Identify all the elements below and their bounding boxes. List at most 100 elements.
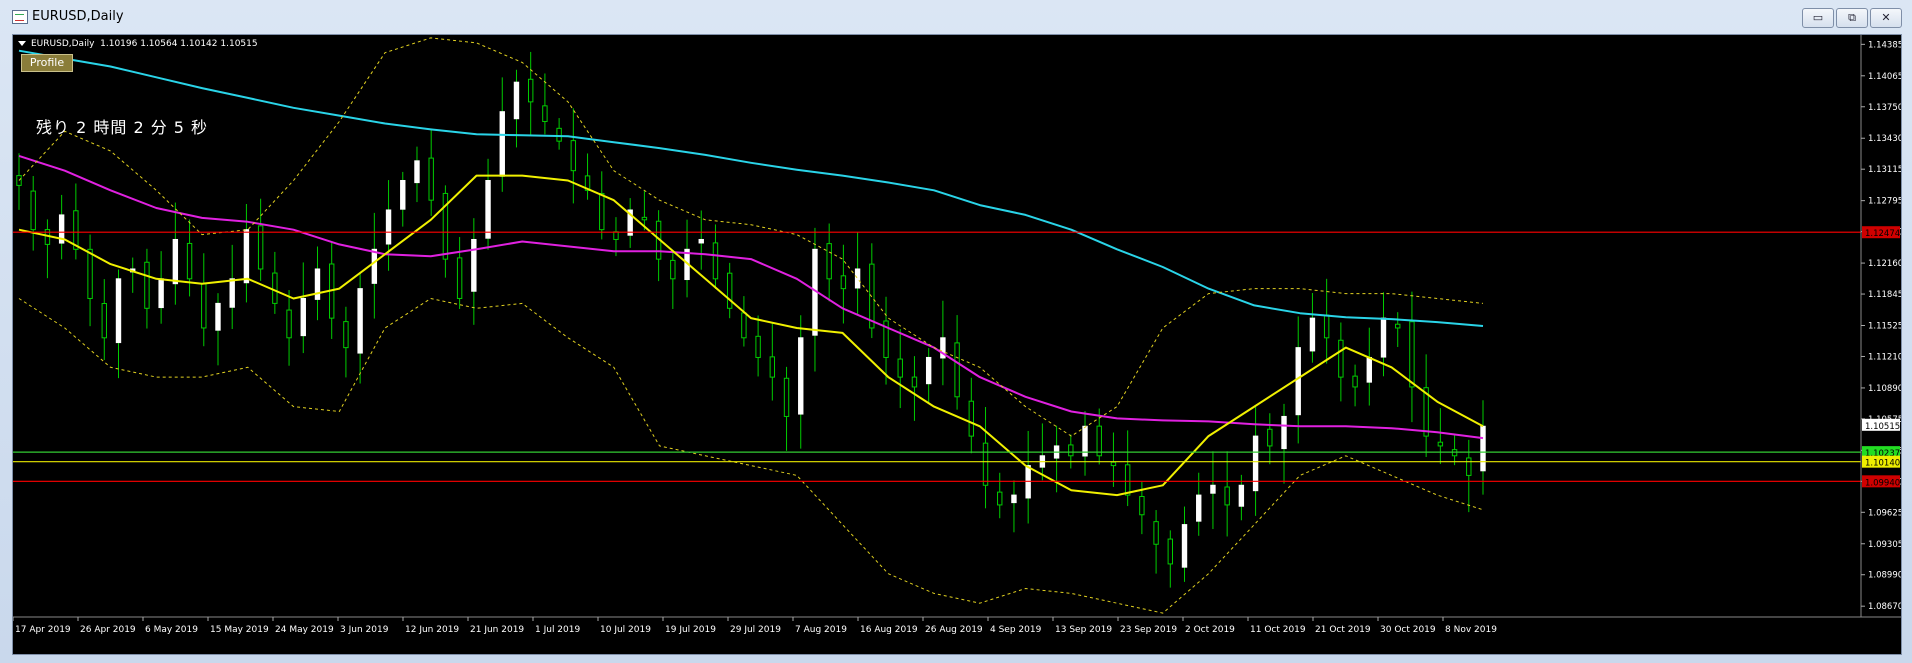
candle-body [1238,484,1245,507]
x-tick-label: 16 Aug 2019 [860,625,918,635]
minimize-button[interactable]: ▭ [1802,8,1834,28]
y-tick-label: 1.11845 [1868,290,1901,300]
candle-body [314,268,321,300]
time-axis: 17 Apr 2019 26 Apr 2019 6 May 2019 15 May 2… [13,617,1497,635]
candle-body [783,377,790,417]
candle-body [158,278,164,309]
chart-info: EURUSD,Daily 1.10196 1.10564 1.10142 1.1… [18,39,258,49]
x-tick-label: 8 Nov 2019 [1445,625,1497,635]
candle-body [798,337,804,415]
x-tick-label: 29 Jul 2019 [730,625,781,635]
x-tick-label: 17 Apr 2019 [15,625,71,635]
candle-body [556,127,562,142]
price-label: 1.12474 [1865,229,1900,239]
candle-body [1181,524,1188,568]
candle-body [1167,538,1174,565]
candle-body [172,238,179,285]
close-button[interactable]: ✕ [1870,8,1902,28]
candle-body [869,263,875,329]
candle-body [1267,428,1273,447]
chart-area[interactable]: 1.14385 1.14065 1.13750 1.13430 1.13115 1.127… [12,34,1902,655]
x-tick-label: 2 Oct 2019 [1185,625,1235,635]
candle-body [87,248,93,299]
candle-body [1323,314,1330,339]
candle-body [357,288,363,354]
candle-body [1338,339,1344,378]
candle-body [641,216,648,221]
indicator-line [18,174,1484,497]
x-tick-label: 30 Oct 2019 [1380,625,1436,635]
x-tick-label: 4 Sep 2019 [990,625,1042,635]
candle-body [1196,494,1202,522]
candle-body [456,257,463,299]
candle-body [741,312,747,339]
title-bar[interactable]: EURUSD,Daily ▭ ⧉ ✕ [0,0,1912,34]
candle-body [854,268,861,289]
indicator-line [18,154,1484,440]
price-label: 1.10140 [1865,459,1900,469]
candle-body [527,78,534,103]
indicators-layer [18,37,1484,614]
candle-body [954,342,960,398]
candle-body [613,231,619,240]
price-label: 1.09940 [1865,478,1900,488]
candle-body [599,193,605,231]
current-price-label: 1.10515 [1865,422,1900,432]
profile-button[interactable]: Profile [21,54,73,72]
candle-body [286,309,292,339]
x-tick-label: 21 Jun 2019 [470,625,524,635]
x-tick-label: 10 Jul 2019 [600,625,651,635]
candle-body [272,272,278,304]
candle-body [201,283,207,329]
chart-symbol: EURUSD,Daily [31,39,95,49]
y-tick-label: 1.09305 [1868,540,1901,550]
price-axis: 1.14385 1.14065 1.13750 1.13430 1.13115 1.127… [1861,40,1901,612]
candle-body [769,356,776,378]
indicator-line [18,37,1484,437]
candle-body [1395,323,1401,329]
candle-body [1096,425,1102,457]
y-tick-label: 1.11525 [1868,322,1901,332]
restore-button[interactable]: ⧉ [1836,8,1868,28]
candle-body [755,335,761,358]
dropdown-arrow-icon[interactable] [18,41,26,46]
x-tick-label: 21 Oct 2019 [1315,625,1371,635]
candle-body [968,400,975,437]
candle-body [1068,444,1074,457]
x-tick-label: 13 Sep 2019 [1055,625,1112,635]
candle-body [499,111,505,177]
candle-body [1224,486,1230,506]
candle-body [1437,441,1444,447]
indicator-line [18,298,1484,614]
candle-body [30,190,36,231]
x-tick-label: 26 Apr 2019 [80,625,136,635]
candle-body [1153,521,1159,545]
candle-body [115,278,122,344]
candle-body [1380,317,1387,358]
y-tick-label: 1.10890 [1868,384,1901,394]
candle-body [1139,495,1145,516]
candle-body [1409,321,1415,388]
candle-body [570,140,577,172]
candle-body [1466,457,1472,476]
window-title: EURUSD,Daily [32,9,124,24]
candles-layer [16,51,1486,588]
candle-body [400,180,406,210]
candle-body [485,180,491,239]
candle-body [1252,435,1259,492]
chart-ohlc: 1.10196 1.10564 1.10142 1.10515 [100,39,258,49]
y-tick-label: 1.13115 [1868,165,1901,175]
candle-body [1352,375,1358,388]
candle-body [840,275,847,290]
candle-body [542,105,548,123]
candle-body [911,376,918,388]
y-tick-label: 1.12160 [1868,259,1901,269]
candle-body [215,302,221,331]
candle-body [982,442,989,486]
candle-body [101,303,107,339]
y-tick-label: 1.13430 [1868,134,1901,144]
x-tick-label: 1 Jul 2019 [535,625,580,635]
y-tick-label: 1.14385 [1868,40,1901,50]
y-tick-label: 1.08990 [1868,571,1901,581]
x-tick-label: 7 Aug 2019 [795,625,847,635]
